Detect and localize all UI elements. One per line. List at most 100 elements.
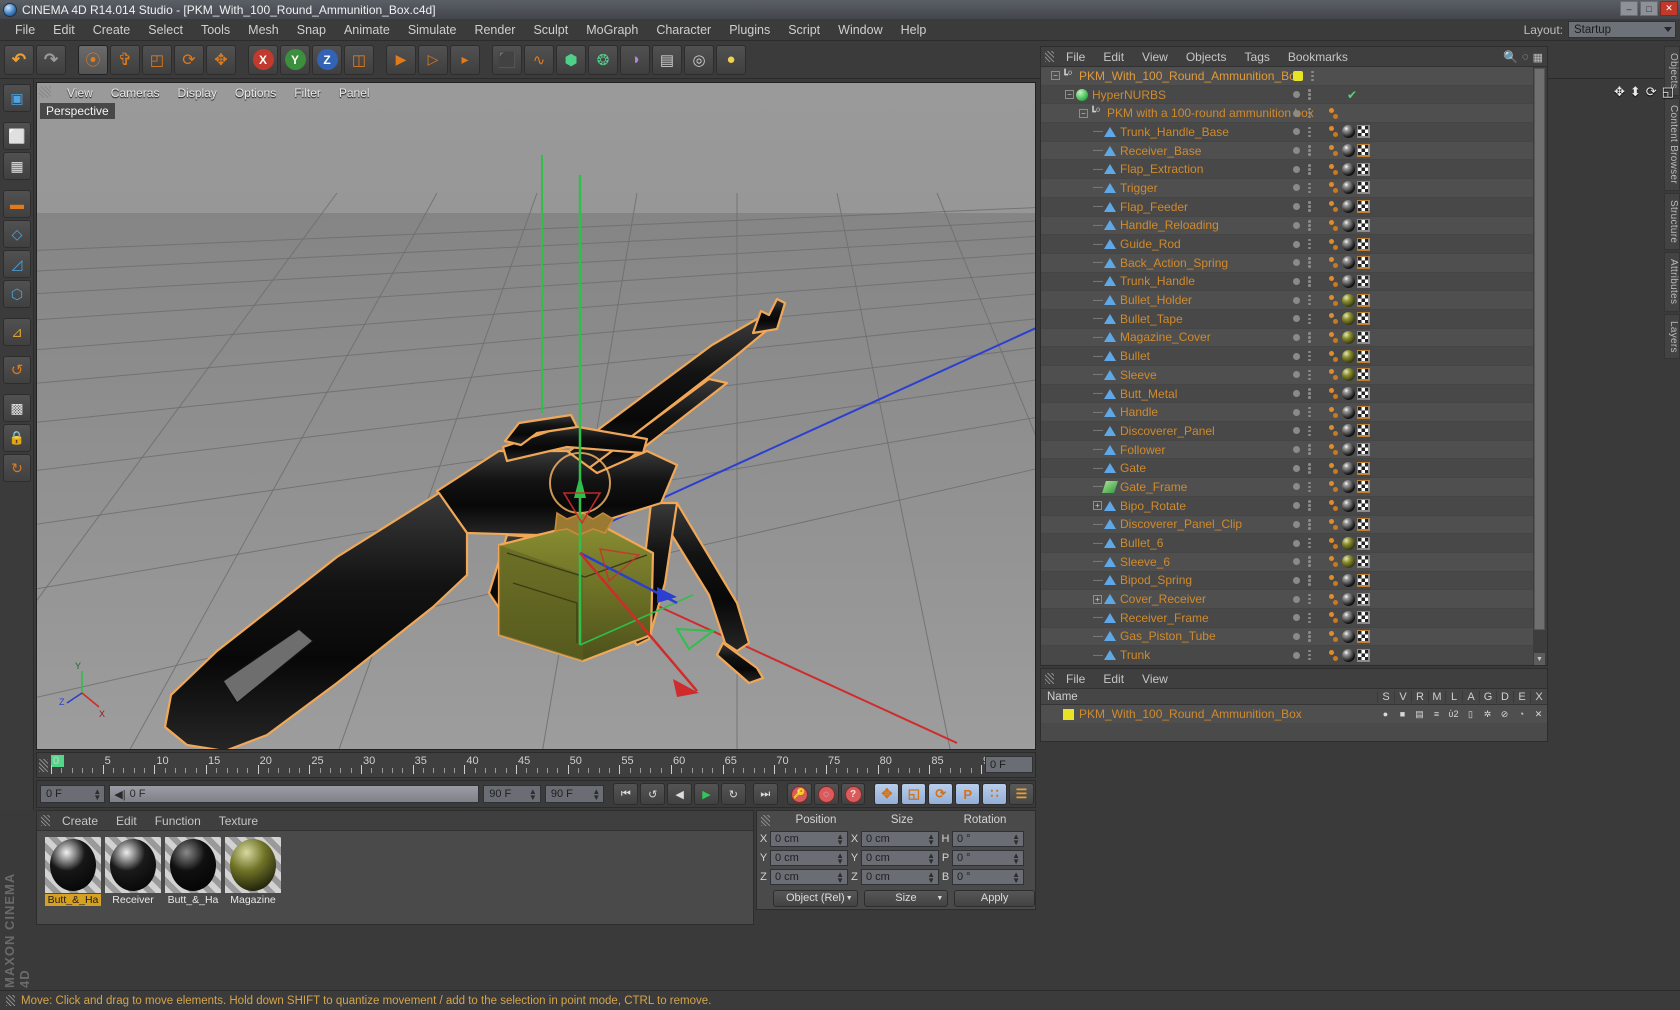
- object-row[interactable]: − HyperNURBS ✔: [1041, 85, 1533, 105]
- restriction-tag-icon[interactable]: [1329, 612, 1338, 624]
- expand-icon[interactable]: +: [1093, 594, 1102, 604]
- restriction-tag-icon[interactable]: [1329, 163, 1338, 175]
- layer-col-m[interactable]: M: [1428, 690, 1445, 703]
- editor-visibility-dot[interactable]: [1293, 558, 1300, 566]
- object-row[interactable]: — Receiver_Base: [1041, 141, 1533, 161]
- object-name[interactable]: Trigger: [1120, 181, 1158, 195]
- polygon-object-icon[interactable]: [1104, 276, 1116, 287]
- lock-workplane-button[interactable]: 🔒: [3, 424, 31, 452]
- material-tag-icon[interactable]: [1342, 181, 1355, 195]
- layer-visible-icon[interactable]: ■: [1394, 709, 1411, 719]
- restriction-tag-icon[interactable]: [1329, 219, 1338, 231]
- editor-visibility-dot[interactable]: [1293, 371, 1300, 379]
- object-row[interactable]: — Back_Action_Spring: [1041, 253, 1533, 273]
- floor-environment-button[interactable]: ▤: [652, 44, 682, 75]
- visibility-dots[interactable]: [1293, 481, 1311, 493]
- uvw-tag-icon[interactable]: [1357, 424, 1370, 438]
- tag-area[interactable]: [1329, 405, 1370, 419]
- editor-visibility-dot[interactable]: [1293, 502, 1300, 510]
- om-menu-view[interactable]: View: [1133, 49, 1177, 65]
- menu-item-file[interactable]: File: [6, 21, 44, 39]
- visibility-dots[interactable]: [1293, 500, 1311, 511]
- object-row[interactable]: — Bullet_Holder: [1041, 291, 1533, 310]
- menu-item-character[interactable]: Character: [647, 21, 720, 39]
- object-row[interactable]: — Handle: [1041, 403, 1533, 423]
- menu-item-create[interactable]: Create: [84, 21, 140, 39]
- material-tag-icon[interactable]: [1342, 349, 1355, 363]
- size-x-field[interactable]: 0 cm ▲ ▼: [861, 831, 939, 847]
- visibility-dots[interactable]: [1293, 276, 1311, 287]
- uvw-tag-icon[interactable]: [1357, 517, 1370, 531]
- rotate-tool-button[interactable]: ⟳: [174, 44, 204, 75]
- anim-end-field[interactable]: 90 F ▲ ▼: [483, 785, 541, 803]
- restriction-tag-icon[interactable]: [1329, 275, 1338, 287]
- material-cell[interactable]: Butt_&_Ha: [165, 837, 221, 906]
- layer-col-x[interactable]: X: [1530, 690, 1547, 703]
- material-tag-icon[interactable]: [1342, 629, 1355, 643]
- editor-visibility-dot[interactable]: [1293, 128, 1300, 136]
- rotation-p-field[interactable]: 0 ° ▲ ▼: [952, 850, 1024, 866]
- object-name[interactable]: Bipo_Rotate: [1120, 499, 1186, 513]
- polygon-object-icon[interactable]: [1104, 369, 1116, 380]
- camera-button[interactable]: ◎: [684, 44, 714, 75]
- editor-visibility-dot[interactable]: [1293, 427, 1300, 435]
- stepper-icon[interactable]: ▲ ▼: [592, 788, 600, 802]
- object-name[interactable]: PKM with a 100-round ammunition box: [1107, 106, 1314, 120]
- editor-visibility-dot[interactable]: [1293, 539, 1300, 547]
- object-row[interactable]: — Gate_Frame: [1041, 478, 1533, 497]
- tab-structure[interactable]: Structure: [1664, 193, 1680, 251]
- menu-item-script[interactable]: Script: [779, 21, 829, 39]
- polygon-object-icon[interactable]: [1104, 313, 1116, 324]
- collapse-icon[interactable]: −: [1065, 90, 1074, 100]
- material-tag-icon[interactable]: [1342, 218, 1355, 232]
- array-button[interactable]: ❂: [588, 44, 618, 75]
- stepper-icon[interactable]: ▲ ▼: [1012, 871, 1020, 885]
- tag-area[interactable]: [1329, 629, 1370, 643]
- visibility-dots[interactable]: [1293, 257, 1311, 268]
- object-axis-mode-button[interactable]: ⬡: [3, 280, 31, 308]
- lm-menu-file[interactable]: File: [1057, 671, 1094, 687]
- null-object-icon[interactable]: ┗⁰: [1062, 70, 1075, 82]
- tag-area[interactable]: [1329, 555, 1370, 569]
- close-button[interactable]: ✕: [1660, 1, 1678, 16]
- menu-item-animate[interactable]: Animate: [335, 21, 399, 39]
- object-name[interactable]: Trunk: [1120, 648, 1150, 662]
- visibility-dots[interactable]: [1293, 201, 1311, 212]
- perspective-viewport[interactable]: Y X Z: [36, 82, 1036, 750]
- restriction-tag-icon[interactable]: [1329, 331, 1338, 343]
- visibility-dots[interactable]: [1293, 631, 1311, 642]
- render-visibility-dots[interactable]: [1308, 593, 1311, 605]
- object-row[interactable]: − ┗⁰ PKM_With_100_Round_Ammunition_Box: [1041, 67, 1533, 86]
- material-preview-swatch[interactable]: [225, 837, 281, 893]
- restriction-tag-icon[interactable]: [1329, 630, 1338, 642]
- object-row[interactable]: — Gate: [1041, 459, 1533, 479]
- size-z-field[interactable]: 0 cm ▲ ▼: [861, 869, 939, 885]
- render-visibility-dots[interactable]: [1308, 537, 1311, 549]
- editor-visibility-dot[interactable]: [1293, 315, 1300, 323]
- object-row[interactable]: — Discoverer_Panel: [1041, 422, 1533, 441]
- render-visibility-dots[interactable]: [1308, 612, 1311, 624]
- make-editable-button[interactable]: ▣: [3, 84, 31, 112]
- move-tool-button[interactable]: ✞: [110, 44, 140, 75]
- polygon-object-icon[interactable]: [1104, 425, 1116, 436]
- object-tree-scrollbar[interactable]: ▼: [1533, 67, 1547, 665]
- timeline-ruler[interactable]: 051015202530354045505560657075808590 0 F: [36, 752, 1036, 778]
- stepper-icon[interactable]: ▲ ▼: [927, 871, 935, 885]
- editor-visibility-dot[interactable]: [1293, 595, 1300, 603]
- polygon-object-icon[interactable]: [1104, 444, 1116, 455]
- workplane-button[interactable]: ⊿: [3, 318, 31, 346]
- render-visibility-dots[interactable]: [1308, 556, 1311, 567]
- viewport-menu-filter[interactable]: Filter: [285, 85, 330, 101]
- material-tag-icon[interactable]: [1342, 461, 1355, 475]
- restriction-tag-icon[interactable]: [1329, 388, 1338, 400]
- editor-visibility-dot[interactable]: [1293, 147, 1300, 155]
- play-backwards-button[interactable]: ◀: [667, 783, 693, 805]
- material-tag-icon[interactable]: [1342, 443, 1355, 457]
- object-name[interactable]: Trunk_Handle: [1120, 274, 1195, 288]
- layer-generators-icon[interactable]: ✲: [1479, 709, 1496, 720]
- restriction-tag-icon[interactable]: [1329, 107, 1338, 119]
- layer-deformers-icon[interactable]: ⊘: [1496, 709, 1513, 720]
- render-visibility-dots[interactable]: [1308, 294, 1311, 306]
- object-row[interactable]: — Butt_Metal: [1041, 384, 1533, 404]
- mm-menu-create[interactable]: Create: [53, 813, 107, 829]
